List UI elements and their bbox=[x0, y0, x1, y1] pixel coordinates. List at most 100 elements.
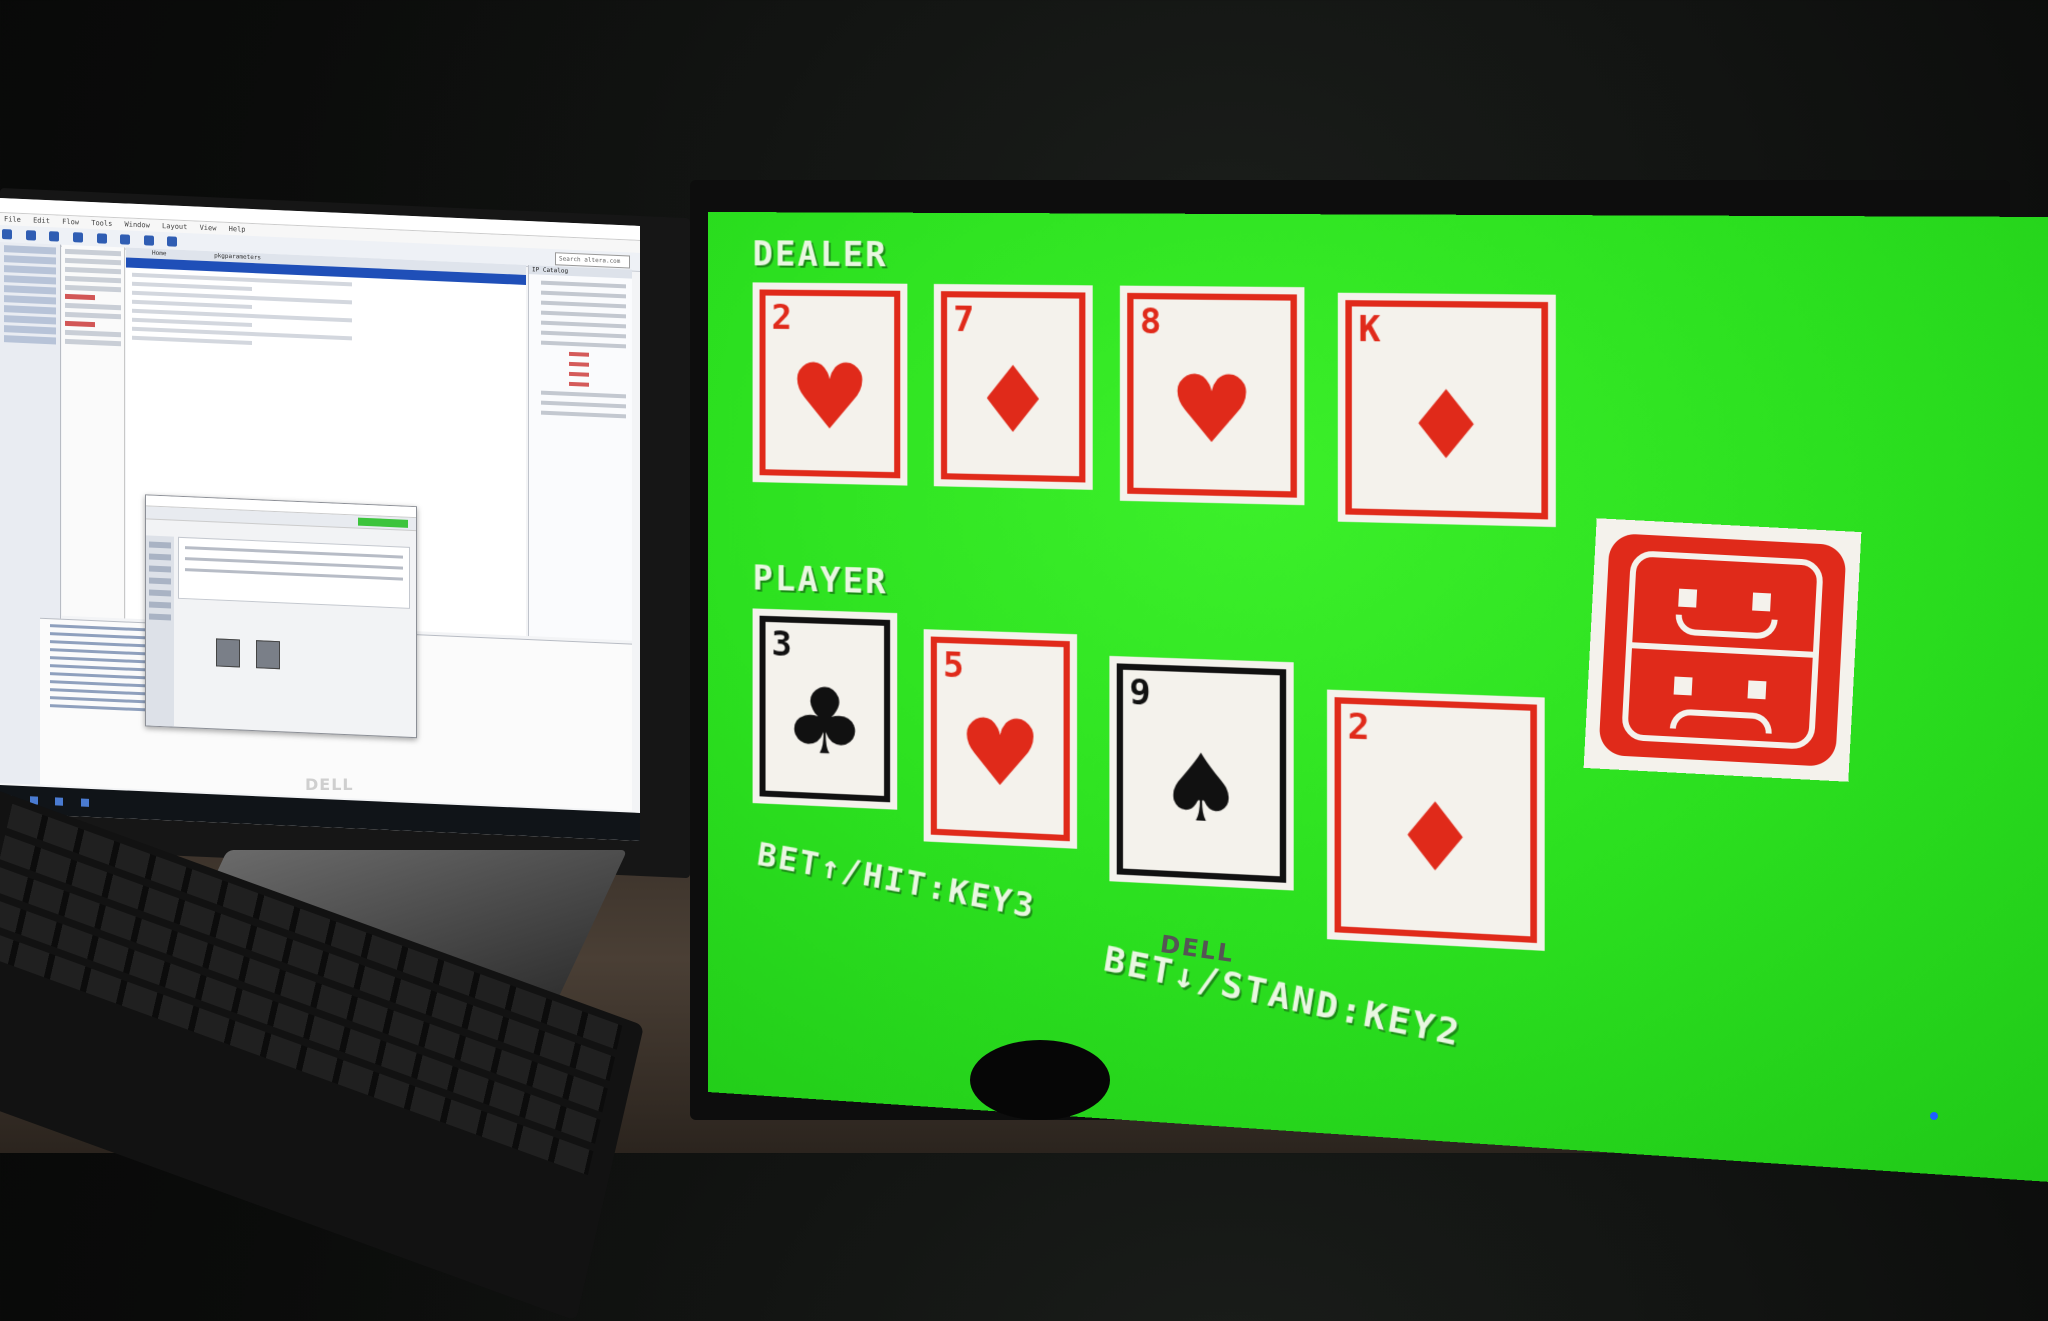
catalog-item[interactable] bbox=[541, 290, 626, 299]
nav-item[interactable] bbox=[4, 325, 56, 335]
taskbar-app-icon[interactable] bbox=[80, 798, 89, 807]
start-button[interactable] bbox=[149, 541, 171, 549]
task-item[interactable] bbox=[65, 275, 121, 284]
card-rank: 9 bbox=[1129, 672, 1151, 715]
nav-item[interactable] bbox=[4, 255, 56, 265]
analysis-icon[interactable] bbox=[25, 230, 36, 241]
task-item[interactable] bbox=[65, 266, 121, 275]
catalog-item[interactable] bbox=[569, 371, 589, 377]
catalog-item[interactable] bbox=[541, 310, 626, 319]
progress-bar bbox=[358, 517, 408, 528]
nav-item[interactable] bbox=[4, 295, 56, 305]
rtl-viewer-icon[interactable] bbox=[143, 235, 154, 246]
catalog-item[interactable] bbox=[569, 381, 589, 387]
dealer-card: 8 ♥ bbox=[1119, 285, 1305, 506]
right-monitor-stand-base bbox=[970, 1040, 1110, 1120]
catalog-item[interactable] bbox=[541, 320, 626, 329]
task-item[interactable] bbox=[65, 248, 121, 257]
catalog-item[interactable] bbox=[541, 390, 626, 399]
task-item[interactable] bbox=[65, 257, 121, 266]
menu-help[interactable]: Help bbox=[229, 225, 246, 234]
change-file-button[interactable] bbox=[149, 601, 171, 609]
menu-file[interactable]: File bbox=[4, 215, 21, 224]
table-row[interactable] bbox=[185, 568, 403, 581]
start-icon[interactable] bbox=[49, 231, 60, 242]
player-card: 5 ♥ bbox=[923, 629, 1078, 849]
report-line bbox=[132, 299, 252, 310]
catalog-item[interactable] bbox=[541, 410, 626, 419]
auto-detect-button[interactable] bbox=[149, 565, 171, 573]
diamond-icon: ♦ bbox=[971, 346, 1055, 456]
nav-item[interactable] bbox=[4, 275, 56, 285]
happy-eye bbox=[1752, 592, 1772, 612]
card-rank: 5 bbox=[943, 645, 964, 687]
nav-item[interactable] bbox=[4, 315, 56, 325]
card-rank: K bbox=[1358, 308, 1381, 351]
task-item[interactable] bbox=[65, 338, 121, 347]
save-file-button[interactable] bbox=[149, 613, 171, 621]
ip-catalog-panel: IP Catalog bbox=[528, 265, 632, 641]
card-rank: 2 bbox=[771, 297, 792, 339]
task-item[interactable] bbox=[65, 320, 95, 328]
catalog-item[interactable] bbox=[541, 340, 626, 349]
catalog-item[interactable] bbox=[569, 361, 589, 367]
menu-edit[interactable]: Edit bbox=[33, 216, 50, 225]
sad-eye bbox=[1673, 676, 1693, 696]
player-label: PLAYER bbox=[752, 558, 888, 603]
heart-icon: ♥ bbox=[958, 698, 1042, 810]
menu-tools[interactable]: Tools bbox=[91, 219, 112, 228]
nav-item[interactable] bbox=[4, 335, 56, 345]
nav-item[interactable] bbox=[4, 285, 56, 295]
catalog-item[interactable] bbox=[541, 300, 626, 309]
heart-icon: ♥ bbox=[1168, 355, 1255, 466]
table-row[interactable] bbox=[185, 546, 403, 559]
player-card: 9 ♠ bbox=[1109, 655, 1294, 891]
happy-eye bbox=[1678, 588, 1698, 608]
task-item[interactable] bbox=[65, 329, 121, 338]
task-item[interactable] bbox=[65, 293, 95, 301]
menu-layout[interactable]: Layout bbox=[162, 222, 187, 231]
catalog-item[interactable] bbox=[569, 351, 589, 357]
dealer-card: 2 ♥ bbox=[752, 282, 908, 486]
diamond-icon: ♦ bbox=[1391, 780, 1480, 896]
chip-planner-icon[interactable] bbox=[167, 236, 178, 247]
report-line bbox=[132, 281, 252, 292]
player-card: 2 ♦ bbox=[1327, 689, 1545, 951]
card-rank: 2 bbox=[1347, 705, 1370, 749]
task-item[interactable] bbox=[65, 284, 121, 293]
sad-eye bbox=[1747, 680, 1767, 700]
add-file-button[interactable] bbox=[149, 589, 171, 597]
nav-item[interactable] bbox=[4, 245, 56, 255]
nav-item[interactable] bbox=[4, 265, 56, 275]
menu-window[interactable]: Window bbox=[125, 220, 150, 229]
programmer-icon[interactable] bbox=[96, 233, 107, 244]
programmer-dialog bbox=[145, 494, 417, 739]
tab-pkgparameters[interactable]: pkgparameters bbox=[214, 252, 261, 261]
task-item[interactable] bbox=[65, 311, 121, 320]
tab-home[interactable]: Home bbox=[152, 250, 166, 258]
table-row[interactable] bbox=[185, 557, 403, 570]
catalog-item[interactable] bbox=[541, 400, 626, 409]
report-line bbox=[132, 317, 252, 328]
compile-icon[interactable] bbox=[2, 229, 12, 240]
catalog-item[interactable] bbox=[541, 330, 626, 339]
stop-icon[interactable] bbox=[72, 232, 83, 243]
nav-item[interactable] bbox=[4, 305, 56, 315]
card-rank: 7 bbox=[953, 299, 975, 341]
task-item[interactable] bbox=[65, 302, 121, 311]
taskbar-app-icon[interactable] bbox=[55, 797, 64, 806]
card-rank: 8 bbox=[1139, 301, 1162, 343]
menu-flow[interactable]: Flow bbox=[62, 218, 79, 227]
player-card: 3 ♣ bbox=[752, 608, 898, 810]
delete-button[interactable] bbox=[149, 577, 171, 585]
left-monitor-logo: DELL bbox=[305, 775, 354, 794]
report-line bbox=[132, 335, 252, 346]
card-rank: 3 bbox=[771, 624, 792, 666]
left-monitor-screen: File Edit Flow Tools Window Layout View … bbox=[0, 198, 640, 841]
task-panel bbox=[62, 244, 125, 619]
settings-icon[interactable] bbox=[120, 234, 131, 245]
menu-view[interactable]: View bbox=[200, 224, 217, 233]
catalog-item[interactable] bbox=[541, 280, 626, 289]
device-table bbox=[178, 536, 410, 609]
stop-button[interactable] bbox=[149, 553, 171, 561]
